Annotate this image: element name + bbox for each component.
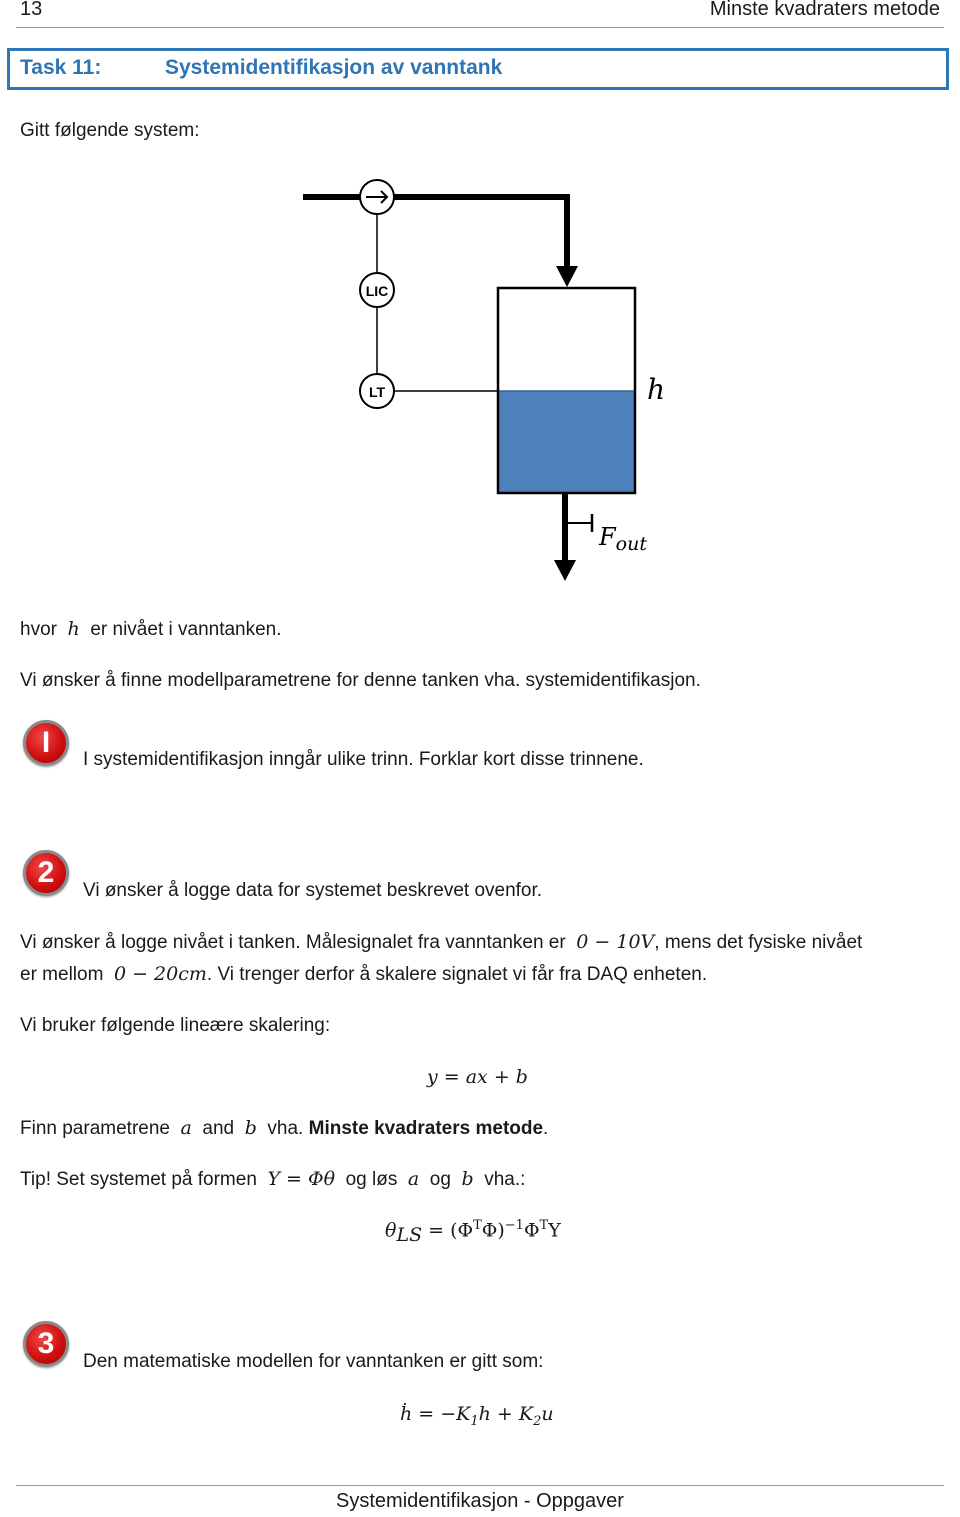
lic-label: LIC bbox=[366, 283, 389, 299]
scaling-intro: Vi bruker følgende lineære skalering: bbox=[20, 1015, 331, 1036]
step-1-badge-icon: I bbox=[23, 720, 69, 766]
footer-divider bbox=[16, 1485, 944, 1486]
step-1-text: I systemidentifikasjon inngår ulike trin… bbox=[83, 749, 644, 770]
var-h: h bbox=[67, 618, 80, 640]
task-label: Task 11: bbox=[20, 56, 102, 79]
least-squares-equation: θLS = (ΦTΦ)−1ΦTY bbox=[385, 1218, 561, 1247]
step-3-text: Den matematiske modellen for vanntanken … bbox=[83, 1351, 544, 1372]
intro-text: Gitt følgende system: bbox=[20, 120, 200, 141]
footer-title: Systemidentifikasjon - Oppgaver bbox=[336, 1490, 624, 1512]
model-equation: ḣ = −K1h + K2u bbox=[400, 1403, 554, 1429]
goal-text: Vi ønsker å finne modellparametrene for … bbox=[20, 670, 701, 691]
inflow-pipe bbox=[303, 194, 578, 287]
header-title: Minste kvadraters metode bbox=[709, 0, 940, 20]
level-label: h bbox=[647, 373, 665, 406]
scaling-equation: y = ax + b bbox=[427, 1066, 528, 1088]
inflow-arrow-icon bbox=[556, 266, 578, 287]
header-divider bbox=[16, 27, 944, 28]
water-level bbox=[498, 391, 635, 493]
tip-text: Tip! Set systemet på formen Y = Φθ og lø… bbox=[20, 1168, 526, 1190]
step-2-text: Vi ønsker å logge data for systemet besk… bbox=[83, 880, 543, 901]
outflow-label: Fout bbox=[598, 523, 647, 555]
page-number: 13 bbox=[20, 0, 43, 20]
outflow-arrow-icon bbox=[554, 560, 576, 581]
voltage-range: 0 − 10V bbox=[576, 931, 655, 953]
h-definition: hvor h er nivået i vanntanken. bbox=[20, 618, 282, 640]
lic-instrument: LIC bbox=[359, 272, 395, 308]
method-name: Minste kvadraters metode bbox=[308, 1118, 544, 1139]
step-3-badge-icon: 3 bbox=[23, 1321, 69, 1367]
step-2-line-1: Vi ønsker å logge nivået i tanken. Måles… bbox=[20, 931, 863, 953]
level-range: 0 − 20cm bbox=[113, 963, 207, 985]
step-2-badge-icon: 2 bbox=[23, 850, 69, 896]
lt-label: LT bbox=[369, 384, 386, 400]
find-params-text: Finn parametrene a and b vha. Minste kva… bbox=[20, 1117, 549, 1139]
task-title: Systemidentifikasjon av vanntank bbox=[165, 56, 503, 79]
lt-instrument: LT bbox=[359, 373, 395, 409]
outflow-pipe bbox=[554, 493, 594, 581]
control-valve-icon bbox=[359, 179, 395, 215]
step-2-line-2: er mellom 0 − 20cm. Vi trenger derfor å … bbox=[20, 963, 708, 985]
water-tank-diagram: LIC LT h Fout bbox=[303, 179, 665, 581]
